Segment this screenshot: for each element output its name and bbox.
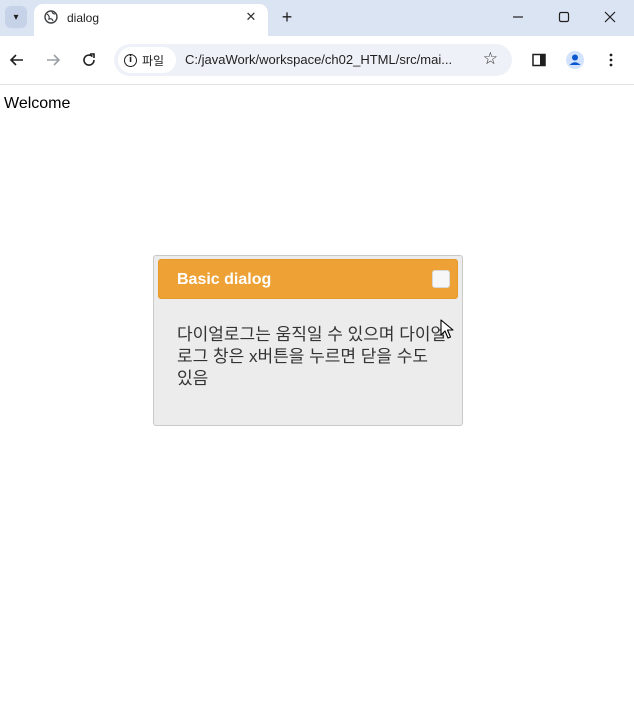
basic-dialog[interactable]: Basic dialog 다이얼로그는 움직일 수 있으며 다이얼로그 창은 x… bbox=[153, 255, 463, 426]
welcome-text: Welcome bbox=[4, 95, 71, 112]
tab-strip: ▾ dialog ✕ + bbox=[0, 0, 634, 36]
url-text[interactable]: C:/javaWork/workspace/ch02_HTML/src/mai.… bbox=[185, 52, 452, 67]
tab-title: dialog bbox=[67, 11, 100, 25]
close-icon[interactable]: ✕ bbox=[242, 8, 260, 26]
kebab-menu-icon[interactable] bbox=[600, 49, 622, 71]
arrow-right-icon[interactable] bbox=[42, 49, 64, 71]
close-window-icon[interactable] bbox=[595, 5, 625, 29]
dialog-titlebar[interactable]: Basic dialog bbox=[158, 259, 458, 299]
close-icon[interactable] bbox=[432, 270, 450, 288]
minimize-icon[interactable] bbox=[503, 5, 533, 29]
tab-dialog[interactable]: dialog ✕ bbox=[34, 4, 268, 36]
arrow-left-icon[interactable] bbox=[6, 49, 28, 71]
plus-icon[interactable]: + bbox=[277, 7, 297, 27]
address-bar[interactable]: i 파일 C:/javaWork/workspace/ch02_HTML/src… bbox=[114, 44, 512, 76]
star-icon[interactable]: ☆ bbox=[483, 49, 498, 69]
browser-toolbar: i 파일 C:/javaWork/workspace/ch02_HTML/src… bbox=[0, 36, 634, 85]
dialog-body-text: 다이얼로그는 움직일 수 있으며 다이얼로그 창은 x버튼을 누르면 닫을 수도… bbox=[177, 325, 447, 388]
chevron-down-icon[interactable]: ▾ bbox=[5, 6, 27, 28]
info-icon: i bbox=[124, 53, 137, 67]
reload-icon[interactable] bbox=[78, 49, 100, 71]
maximize-icon[interactable] bbox=[549, 5, 579, 29]
mouse-cursor-icon bbox=[440, 319, 454, 339]
dialog-title: Basic dialog bbox=[177, 271, 272, 288]
site-info-chip[interactable]: i 파일 bbox=[118, 47, 176, 73]
side-panel-icon[interactable] bbox=[528, 49, 550, 71]
profile-icon[interactable] bbox=[564, 49, 586, 71]
site-info-label: 파일 bbox=[142, 53, 165, 68]
globe-icon bbox=[44, 10, 58, 24]
